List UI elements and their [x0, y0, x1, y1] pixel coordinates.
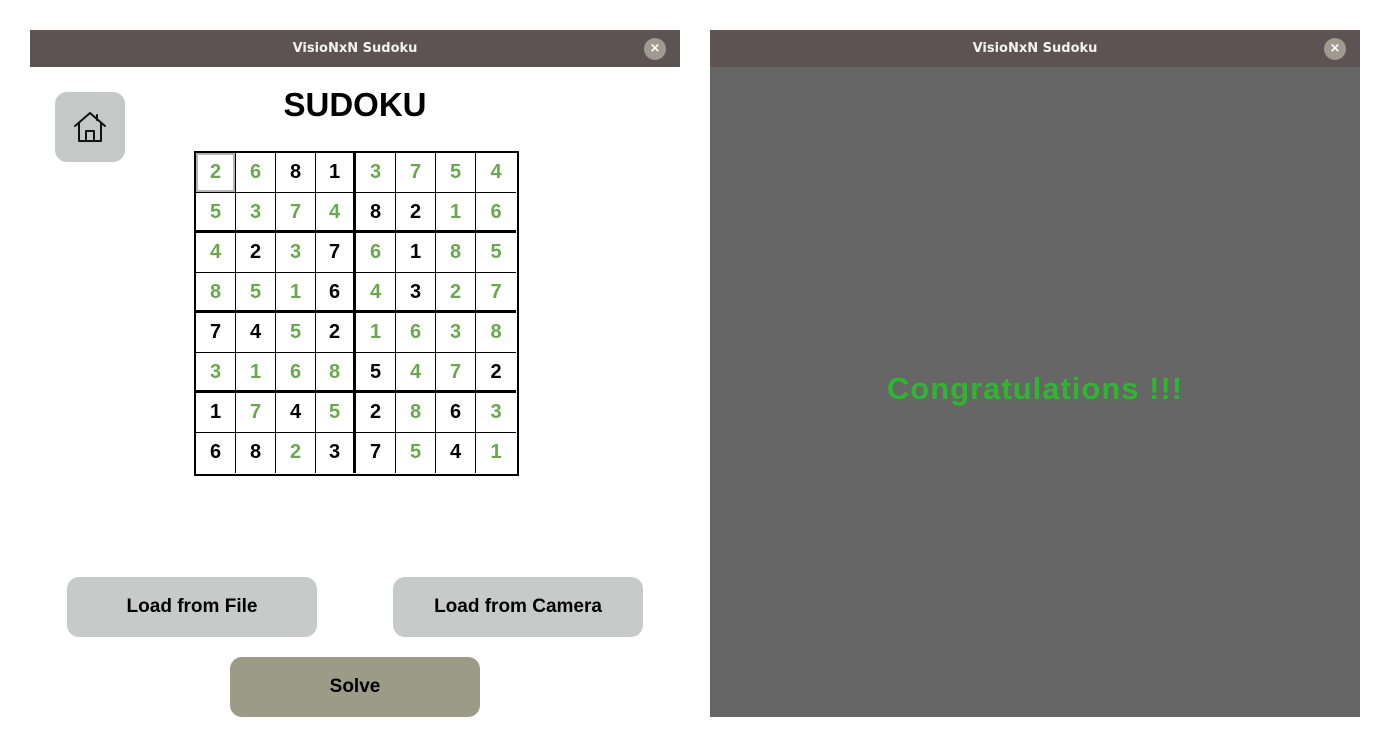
sudoku-cell[interactable]: 6	[396, 313, 436, 353]
sudoku-cell[interactable]: 3	[356, 153, 396, 193]
sudoku-cell[interactable]: 6	[436, 393, 476, 433]
sudoku-cell[interactable]: 7	[236, 393, 276, 433]
sudoku-cell[interactable]: 8	[196, 273, 236, 313]
sudoku-cell[interactable]: 5	[276, 313, 316, 353]
sudoku-cell[interactable]: 1	[236, 353, 276, 393]
sudoku-cell[interactable]: 6	[356, 233, 396, 273]
sudoku-cell[interactable]: 8	[236, 433, 276, 473]
sudoku-cell[interactable]: 8	[316, 353, 356, 393]
sudoku-cell[interactable]: 7	[396, 153, 436, 193]
sudoku-cell[interactable]: 8	[476, 313, 516, 353]
sudoku-cell[interactable]: 5	[476, 233, 516, 273]
sudoku-cell[interactable]: 5	[436, 153, 476, 193]
sudoku-cell[interactable]: 2	[396, 193, 436, 233]
sudoku-cell[interactable]: 6	[196, 433, 236, 473]
sudoku-cell[interactable]: 3	[396, 273, 436, 313]
sudoku-cell[interactable]: 2	[356, 393, 396, 433]
window-titlebar[interactable]: VisioNxN Sudoku ×	[710, 30, 1360, 67]
sudoku-cell[interactable]: 3	[236, 193, 276, 233]
sudoku-cell[interactable]: 4	[316, 193, 356, 233]
sudoku-cell[interactable]: 3	[476, 393, 516, 433]
page-title: SUDOKU	[283, 86, 427, 123]
sudoku-cell[interactable]: 5	[396, 433, 436, 473]
window-title: VisioNxN Sudoku	[972, 41, 1098, 56]
sudoku-cell[interactable]: 6	[276, 353, 316, 393]
sudoku-cell[interactable]: 1	[356, 313, 396, 353]
sudoku-cell[interactable]: 4	[396, 353, 436, 393]
window-title: VisioNxN Sudoku	[292, 41, 418, 56]
sudoku-window: VisioNxN Sudoku × SUDOKU 268137545374821…	[30, 30, 680, 747]
sudoku-cell[interactable]: 1	[276, 273, 316, 313]
sudoku-cell[interactable]: 6	[316, 273, 356, 313]
sudoku-cell[interactable]: 1	[396, 233, 436, 273]
sudoku-cell[interactable]: 4	[436, 433, 476, 473]
sudoku-cell[interactable]: 4	[236, 313, 276, 353]
sudoku-cell[interactable]: 8	[396, 393, 436, 433]
window-titlebar[interactable]: VisioNxN Sudoku ×	[30, 30, 680, 67]
sudoku-cell[interactable]: 4	[356, 273, 396, 313]
close-icon[interactable]: ×	[1324, 38, 1346, 60]
sudoku-cell[interactable]: 3	[276, 233, 316, 273]
sudoku-cell[interactable]: 1	[476, 433, 516, 473]
sudoku-cell[interactable]: 1	[316, 153, 356, 193]
sudoku-cell[interactable]: 3	[316, 433, 356, 473]
window-content: SUDOKU 268137545374821642376185851643277…	[30, 67, 680, 747]
sudoku-cell[interactable]: 6	[476, 193, 516, 233]
load-from-file-button[interactable]: Load from File	[67, 577, 317, 637]
solve-button[interactable]: Solve	[230, 657, 480, 717]
sudoku-cell[interactable]: 7	[436, 353, 476, 393]
sudoku-cell[interactable]: 8	[356, 193, 396, 233]
congratulations-message: Congratulations !!!	[886, 371, 1184, 406]
sudoku-cell[interactable]: 5	[316, 393, 356, 433]
sudoku-cell[interactable]: 5	[236, 273, 276, 313]
sudoku-cell[interactable]: 3	[196, 353, 236, 393]
sudoku-cell[interactable]: 4	[196, 233, 236, 273]
result-window: VisioNxN Sudoku × Congratulations !!!	[710, 30, 1360, 717]
sudoku-cell[interactable]: 5	[356, 353, 396, 393]
sudoku-cell[interactable]: 7	[316, 233, 356, 273]
close-icon[interactable]: ×	[644, 38, 666, 60]
sudoku-cell[interactable]: 8	[436, 233, 476, 273]
sudoku-cell[interactable]: 2	[196, 153, 236, 193]
sudoku-cell[interactable]: 5	[196, 193, 236, 233]
sudoku-cell[interactable]: 1	[196, 393, 236, 433]
sudoku-cell[interactable]: 3	[436, 313, 476, 353]
sudoku-cell[interactable]: 2	[316, 313, 356, 353]
sudoku-cell[interactable]: 8	[276, 153, 316, 193]
sudoku-grid: 2681375453748216423761858516432774521638…	[194, 151, 519, 476]
sudoku-cell[interactable]: 6	[236, 153, 276, 193]
sudoku-cell[interactable]: 7	[356, 433, 396, 473]
sudoku-cell[interactable]: 1	[436, 193, 476, 233]
sudoku-cell[interactable]: 4	[276, 393, 316, 433]
sudoku-cell[interactable]: 7	[196, 313, 236, 353]
sudoku-cell[interactable]: 2	[436, 273, 476, 313]
sudoku-cell[interactable]: 2	[236, 233, 276, 273]
load-from-camera-button[interactable]: Load from Camera	[393, 577, 643, 637]
sudoku-cell[interactable]: 2	[276, 433, 316, 473]
window-content: Congratulations !!!	[710, 67, 1360, 717]
sudoku-cell[interactable]: 7	[276, 193, 316, 233]
sudoku-cell[interactable]: 2	[476, 353, 516, 393]
sudoku-cell[interactable]: 7	[476, 273, 516, 313]
sudoku-cell[interactable]: 4	[476, 153, 516, 193]
